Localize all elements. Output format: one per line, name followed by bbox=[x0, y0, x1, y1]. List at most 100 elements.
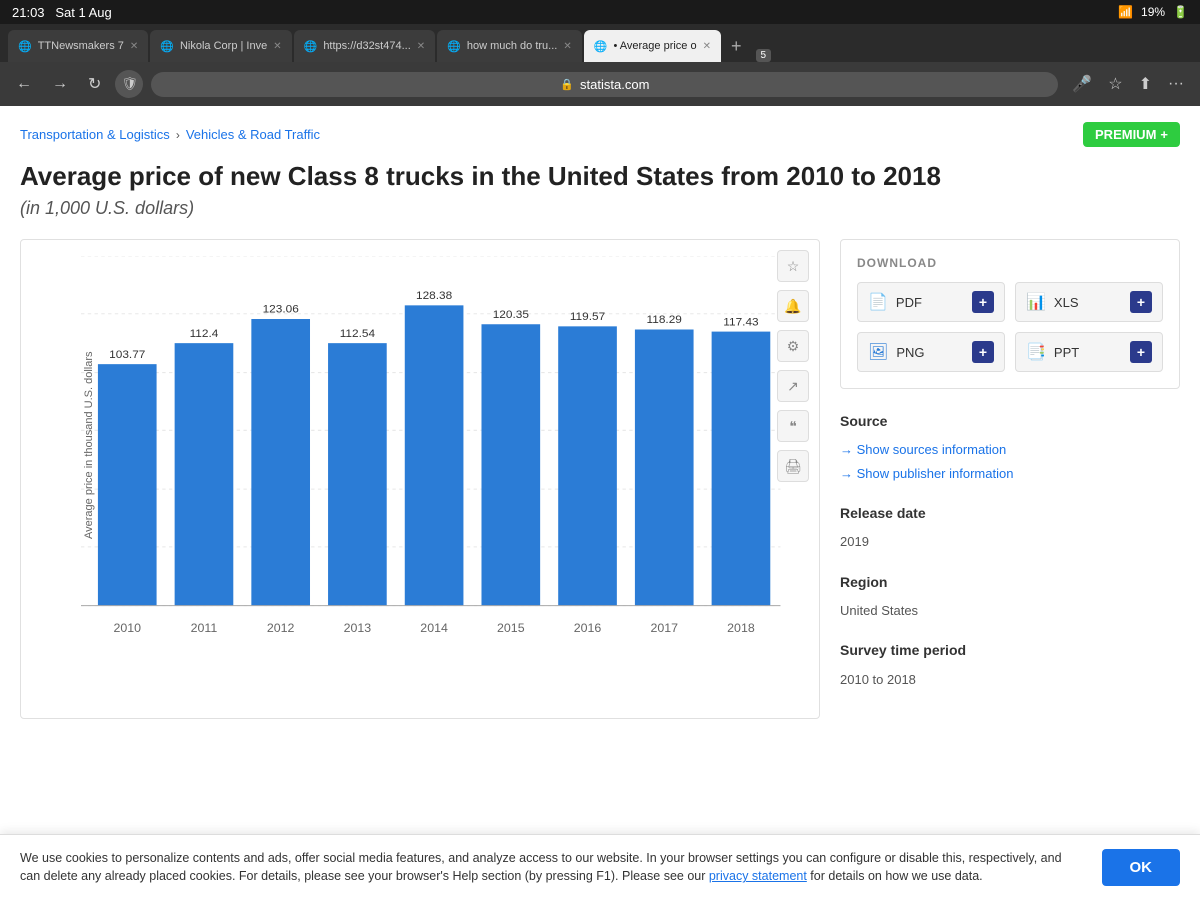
tab-3-favicon: 🌐 bbox=[304, 40, 318, 53]
xls-btn-inner: 📊 XLS bbox=[1026, 292, 1079, 312]
address-bar[interactable]: 🔒 statista.com bbox=[151, 72, 1058, 97]
download-ppt-button[interactable]: 📑 PPT + bbox=[1015, 332, 1163, 372]
tab-count-badge: 5 bbox=[756, 49, 772, 62]
breadcrumb-separator: › bbox=[176, 128, 180, 142]
bar-2013 bbox=[328, 343, 387, 606]
download-png-button[interactable]: 🖼 PNG + bbox=[857, 332, 1005, 372]
ppt-plus: + bbox=[1130, 341, 1152, 363]
main-layout: Average price in thousand U.S. dollars ☆… bbox=[20, 239, 1180, 719]
svg-text:2015: 2015 bbox=[497, 621, 525, 634]
privacy-link[interactable]: privacy statement bbox=[709, 869, 807, 883]
premium-label: PREMIUM bbox=[1095, 127, 1156, 142]
ppt-icon: 📑 bbox=[1026, 342, 1046, 362]
alert-icon[interactable]: 🔔 bbox=[777, 290, 809, 322]
status-time-date: 21:03 Sat 1 Aug bbox=[12, 5, 112, 20]
tab-2-close[interactable]: ✕ bbox=[273, 41, 281, 52]
quote-icon[interactable]: ❝ bbox=[777, 410, 809, 442]
svg-text:2014: 2014 bbox=[420, 621, 448, 634]
tab-3-close[interactable]: ✕ bbox=[417, 41, 425, 52]
tab-3[interactable]: 🌐 https://d32st474... ✕ bbox=[294, 30, 436, 62]
status-bar: 21:03 Sat 1 Aug 📶 19% 🔋 bbox=[0, 0, 1200, 24]
release-date-title: Release date bbox=[840, 501, 1180, 526]
source-block: Source → Show sources information → Show… bbox=[840, 409, 1180, 485]
show-sources-link[interactable]: → Show sources information bbox=[840, 438, 1180, 461]
show-publisher-link[interactable]: → Show publisher information bbox=[840, 462, 1180, 485]
tab-5-label: • Average price o bbox=[613, 40, 696, 52]
toolbar-right: 🎤 ☆ ⬆ ··· bbox=[1066, 70, 1190, 98]
svg-text:128.38: 128.38 bbox=[416, 291, 452, 303]
svg-text:117.43: 117.43 bbox=[723, 317, 758, 329]
tab-4-favicon: 🌐 bbox=[447, 40, 461, 53]
tab-4-close[interactable]: ✕ bbox=[563, 41, 571, 52]
tab-2[interactable]: 🌐 Nikola Corp | Inve ✕ bbox=[150, 30, 291, 62]
y-axis-label: Average price in thousand U.S. dollars bbox=[83, 419, 95, 539]
reload-button[interactable]: ↻ bbox=[82, 70, 107, 98]
bar-2018 bbox=[712, 332, 771, 606]
lock-icon: 🔒 bbox=[560, 78, 574, 91]
tab-2-favicon: 🌐 bbox=[160, 40, 174, 53]
release-date-value: 2019 bbox=[840, 530, 1180, 553]
tab-1-close[interactable]: ✕ bbox=[130, 41, 138, 52]
tab-5[interactable]: 🌐 • Average price o ✕ bbox=[584, 30, 721, 62]
cookie-banner: We use cookies to personalize contents a… bbox=[0, 834, 1200, 900]
share-button[interactable]: ⬆ bbox=[1133, 70, 1158, 98]
svg-text:112.4: 112.4 bbox=[190, 328, 219, 340]
svg-text:123.06: 123.06 bbox=[263, 304, 299, 316]
cookie-text: We use cookies to personalize contents a… bbox=[20, 849, 1082, 887]
menu-button[interactable]: ··· bbox=[1162, 71, 1190, 97]
breadcrumb-transport[interactable]: Transportation & Logistics bbox=[20, 127, 170, 142]
print-icon[interactable]: 🖨 bbox=[777, 450, 809, 482]
tab-bar: 🌐 TTNewsmakers 7 ✕ 🌐 Nikola Corp | Inve … bbox=[0, 24, 1200, 62]
svg-text:2017: 2017 bbox=[650, 621, 678, 634]
tab-5-favicon: 🌐 bbox=[594, 40, 608, 53]
source-title: Source bbox=[840, 409, 1180, 434]
xls-plus: + bbox=[1130, 291, 1152, 313]
wifi-icon: 📶 bbox=[1118, 5, 1133, 19]
settings-icon[interactable]: ⚙ bbox=[777, 330, 809, 362]
share-chart-icon[interactable]: ↗ bbox=[777, 370, 809, 402]
xls-label: XLS bbox=[1054, 295, 1079, 310]
download-pdf-button[interactable]: 📄 PDF + bbox=[857, 282, 1005, 322]
svg-text:2010: 2010 bbox=[113, 621, 141, 634]
breadcrumb-vehicles[interactable]: Vehicles & Road Traffic bbox=[186, 127, 320, 142]
download-xls-button[interactable]: 📊 XLS + bbox=[1015, 282, 1163, 322]
privacy-button[interactable]: 🛡 bbox=[115, 70, 143, 98]
tab-1-label: TTNewsmakers 7 bbox=[38, 40, 124, 52]
png-plus: + bbox=[972, 341, 994, 363]
status-right: 📶 19% 🔋 bbox=[1118, 5, 1188, 19]
svg-text:2011: 2011 bbox=[191, 621, 218, 634]
premium-plus: + bbox=[1160, 127, 1168, 142]
download-section: DOWNLOAD 📄 PDF + 📊 XLS + bbox=[840, 239, 1180, 389]
favorite-icon[interactable]: ☆ bbox=[777, 250, 809, 282]
svg-text:2012: 2012 bbox=[267, 621, 295, 634]
cookie-ok-button[interactable]: OK bbox=[1102, 849, 1181, 886]
png-icon: 🖼 bbox=[868, 342, 888, 362]
forward-button[interactable]: → bbox=[46, 71, 74, 97]
svg-text:120.35: 120.35 bbox=[493, 309, 529, 321]
xls-icon: 📊 bbox=[1026, 292, 1046, 312]
tab-4[interactable]: 🌐 how much do tru... ✕ bbox=[437, 30, 582, 62]
tab-1[interactable]: 🌐 TTNewsmakers 7 ✕ bbox=[8, 30, 148, 62]
svg-text:112.54: 112.54 bbox=[340, 328, 376, 340]
back-button[interactable]: ← bbox=[10, 71, 38, 97]
svg-text:2013: 2013 bbox=[344, 621, 372, 634]
svg-text:103.77: 103.77 bbox=[109, 349, 145, 361]
address-bar-url: statista.com bbox=[580, 77, 649, 92]
bar-2015 bbox=[481, 324, 540, 605]
chart-icon-bar: ☆ 🔔 ⚙ ↗ ❝ 🖨 bbox=[777, 250, 809, 482]
chart-svg: 0 25 50 75 100 125 150 103.77 2010 bbox=[81, 256, 803, 676]
tab-5-close[interactable]: ✕ bbox=[703, 41, 711, 52]
new-tab-button[interactable]: + bbox=[723, 36, 750, 57]
bar-2017 bbox=[635, 330, 694, 606]
chart-subtitle: (in 1,000 U.S. dollars) bbox=[20, 198, 1180, 219]
bar-2012 bbox=[251, 319, 310, 606]
premium-button[interactable]: PREMIUM + bbox=[1083, 122, 1180, 147]
bar-2014 bbox=[405, 306, 464, 606]
png-btn-inner: 🖼 PNG bbox=[868, 342, 924, 362]
bar-2010 bbox=[98, 364, 157, 606]
bookmark-button[interactable]: ☆ bbox=[1102, 70, 1128, 98]
source-section: Source → Show sources information → Show… bbox=[840, 409, 1180, 691]
survey-period-title: Survey time period bbox=[840, 638, 1180, 663]
microphone-button[interactable]: 🎤 bbox=[1066, 70, 1098, 98]
page-content: Transportation & Logistics › Vehicles & … bbox=[0, 106, 1200, 735]
